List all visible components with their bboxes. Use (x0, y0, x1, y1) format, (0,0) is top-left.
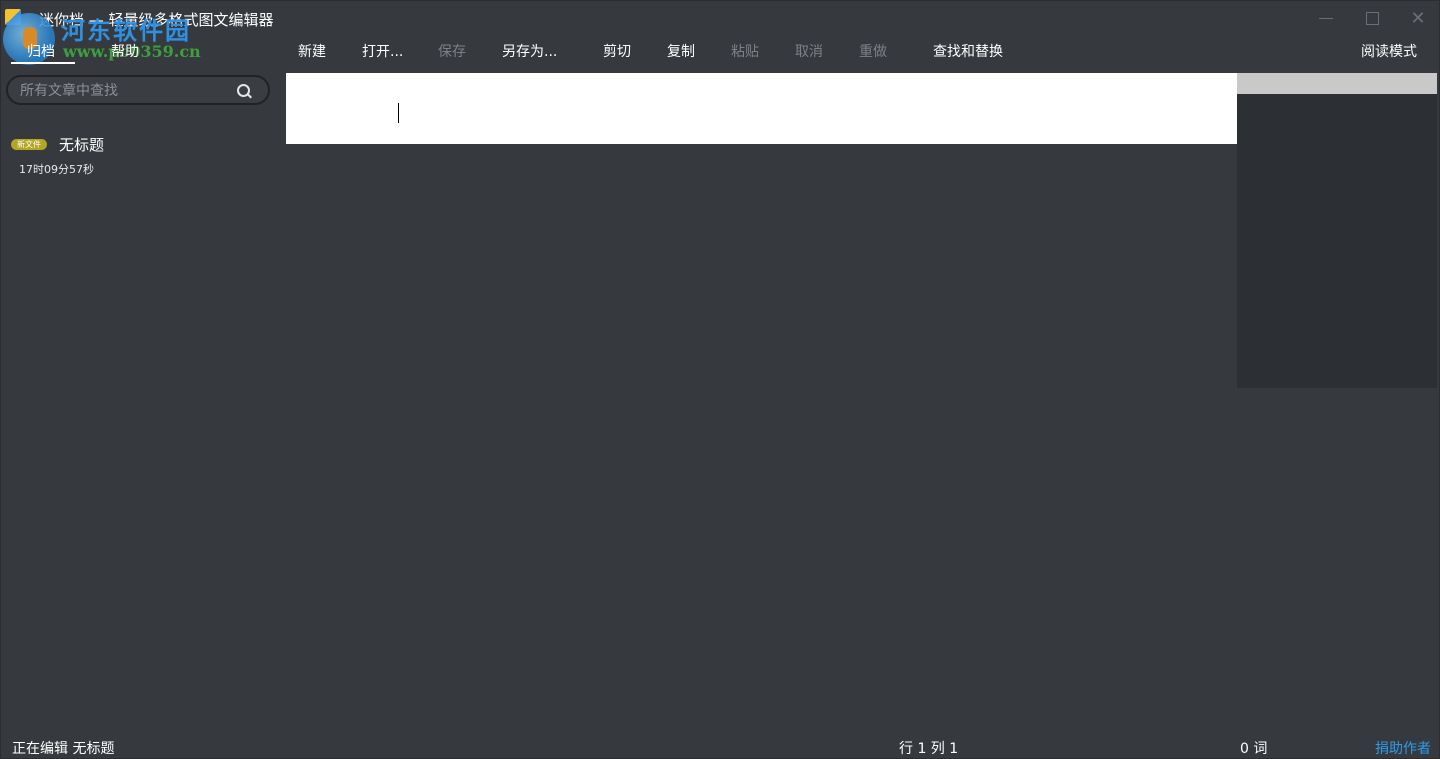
redo-button[interactable]: 重做 (859, 41, 887, 61)
search-icon[interactable] (237, 84, 250, 97)
close-button[interactable]: ✕ (1395, 1, 1440, 35)
document-title: 无标题 (59, 136, 105, 154)
cut-button[interactable]: 剪切 (603, 41, 631, 61)
outline-panel-header (1237, 73, 1437, 94)
sidebar: 新文件 无标题 17时09分57秒 (1, 65, 285, 731)
status-bar: 正在编辑 无标题 行 1 列 1 0 词 捐助作者 (1, 731, 1440, 759)
cursor-position: 行 1 列 1 (899, 741, 959, 757)
app-window: 迷你档 — 轻量级多格式图文编辑器 河东软件园 www.pc0359.cn ✕ … (0, 0, 1440, 759)
editor-area[interactable] (286, 73, 1237, 144)
word-count: 0 词 (1240, 741, 1268, 757)
paste-button[interactable]: 粘贴 (731, 41, 759, 61)
search-input[interactable] (20, 81, 230, 101)
search-box (6, 75, 270, 105)
reading-mode-button[interactable]: 阅读模式 (1361, 41, 1417, 61)
tab-help[interactable]: 帮助 (111, 41, 139, 61)
open-button[interactable]: 打开... (362, 41, 403, 61)
editing-status: 正在编辑 无标题 (12, 741, 115, 757)
new-button[interactable]: 新建 (298, 41, 326, 61)
active-tab-indicator (11, 62, 75, 64)
document-time: 17时09分57秒 (19, 163, 94, 176)
text-caret (398, 103, 399, 123)
title-bar: 迷你档 — 轻量级多格式图文编辑器 河东软件园 www.pc0359.cn ✕ (1, 1, 1440, 65)
save-as-button[interactable]: 另存为... (502, 41, 557, 61)
copy-button[interactable]: 复制 (667, 41, 695, 61)
tab-archive[interactable]: 归档 (27, 41, 55, 61)
toolbar: 新建 打开... 保存 另存为... 剪切 复制 粘贴 取消 重做 查找和替换 … (285, 35, 1440, 65)
donate-link[interactable]: 捐助作者 (1375, 738, 1431, 758)
save-button[interactable]: 保存 (438, 41, 466, 61)
sidebar-tabs: 归档 帮助 (1, 35, 285, 65)
new-file-badge: 新文件 (11, 139, 47, 150)
close-icon: ✕ (1410, 7, 1426, 29)
find-replace-button[interactable]: 查找和替换 (933, 41, 1003, 61)
minimize-button[interactable] (1303, 1, 1349, 35)
window-controls: ✕ (1303, 1, 1440, 35)
maximize-button[interactable] (1349, 1, 1395, 35)
undo-button[interactable]: 取消 (795, 41, 823, 61)
list-item[interactable]: 新文件 无标题 17时09分57秒 (1, 131, 285, 177)
outline-panel (1237, 73, 1437, 388)
